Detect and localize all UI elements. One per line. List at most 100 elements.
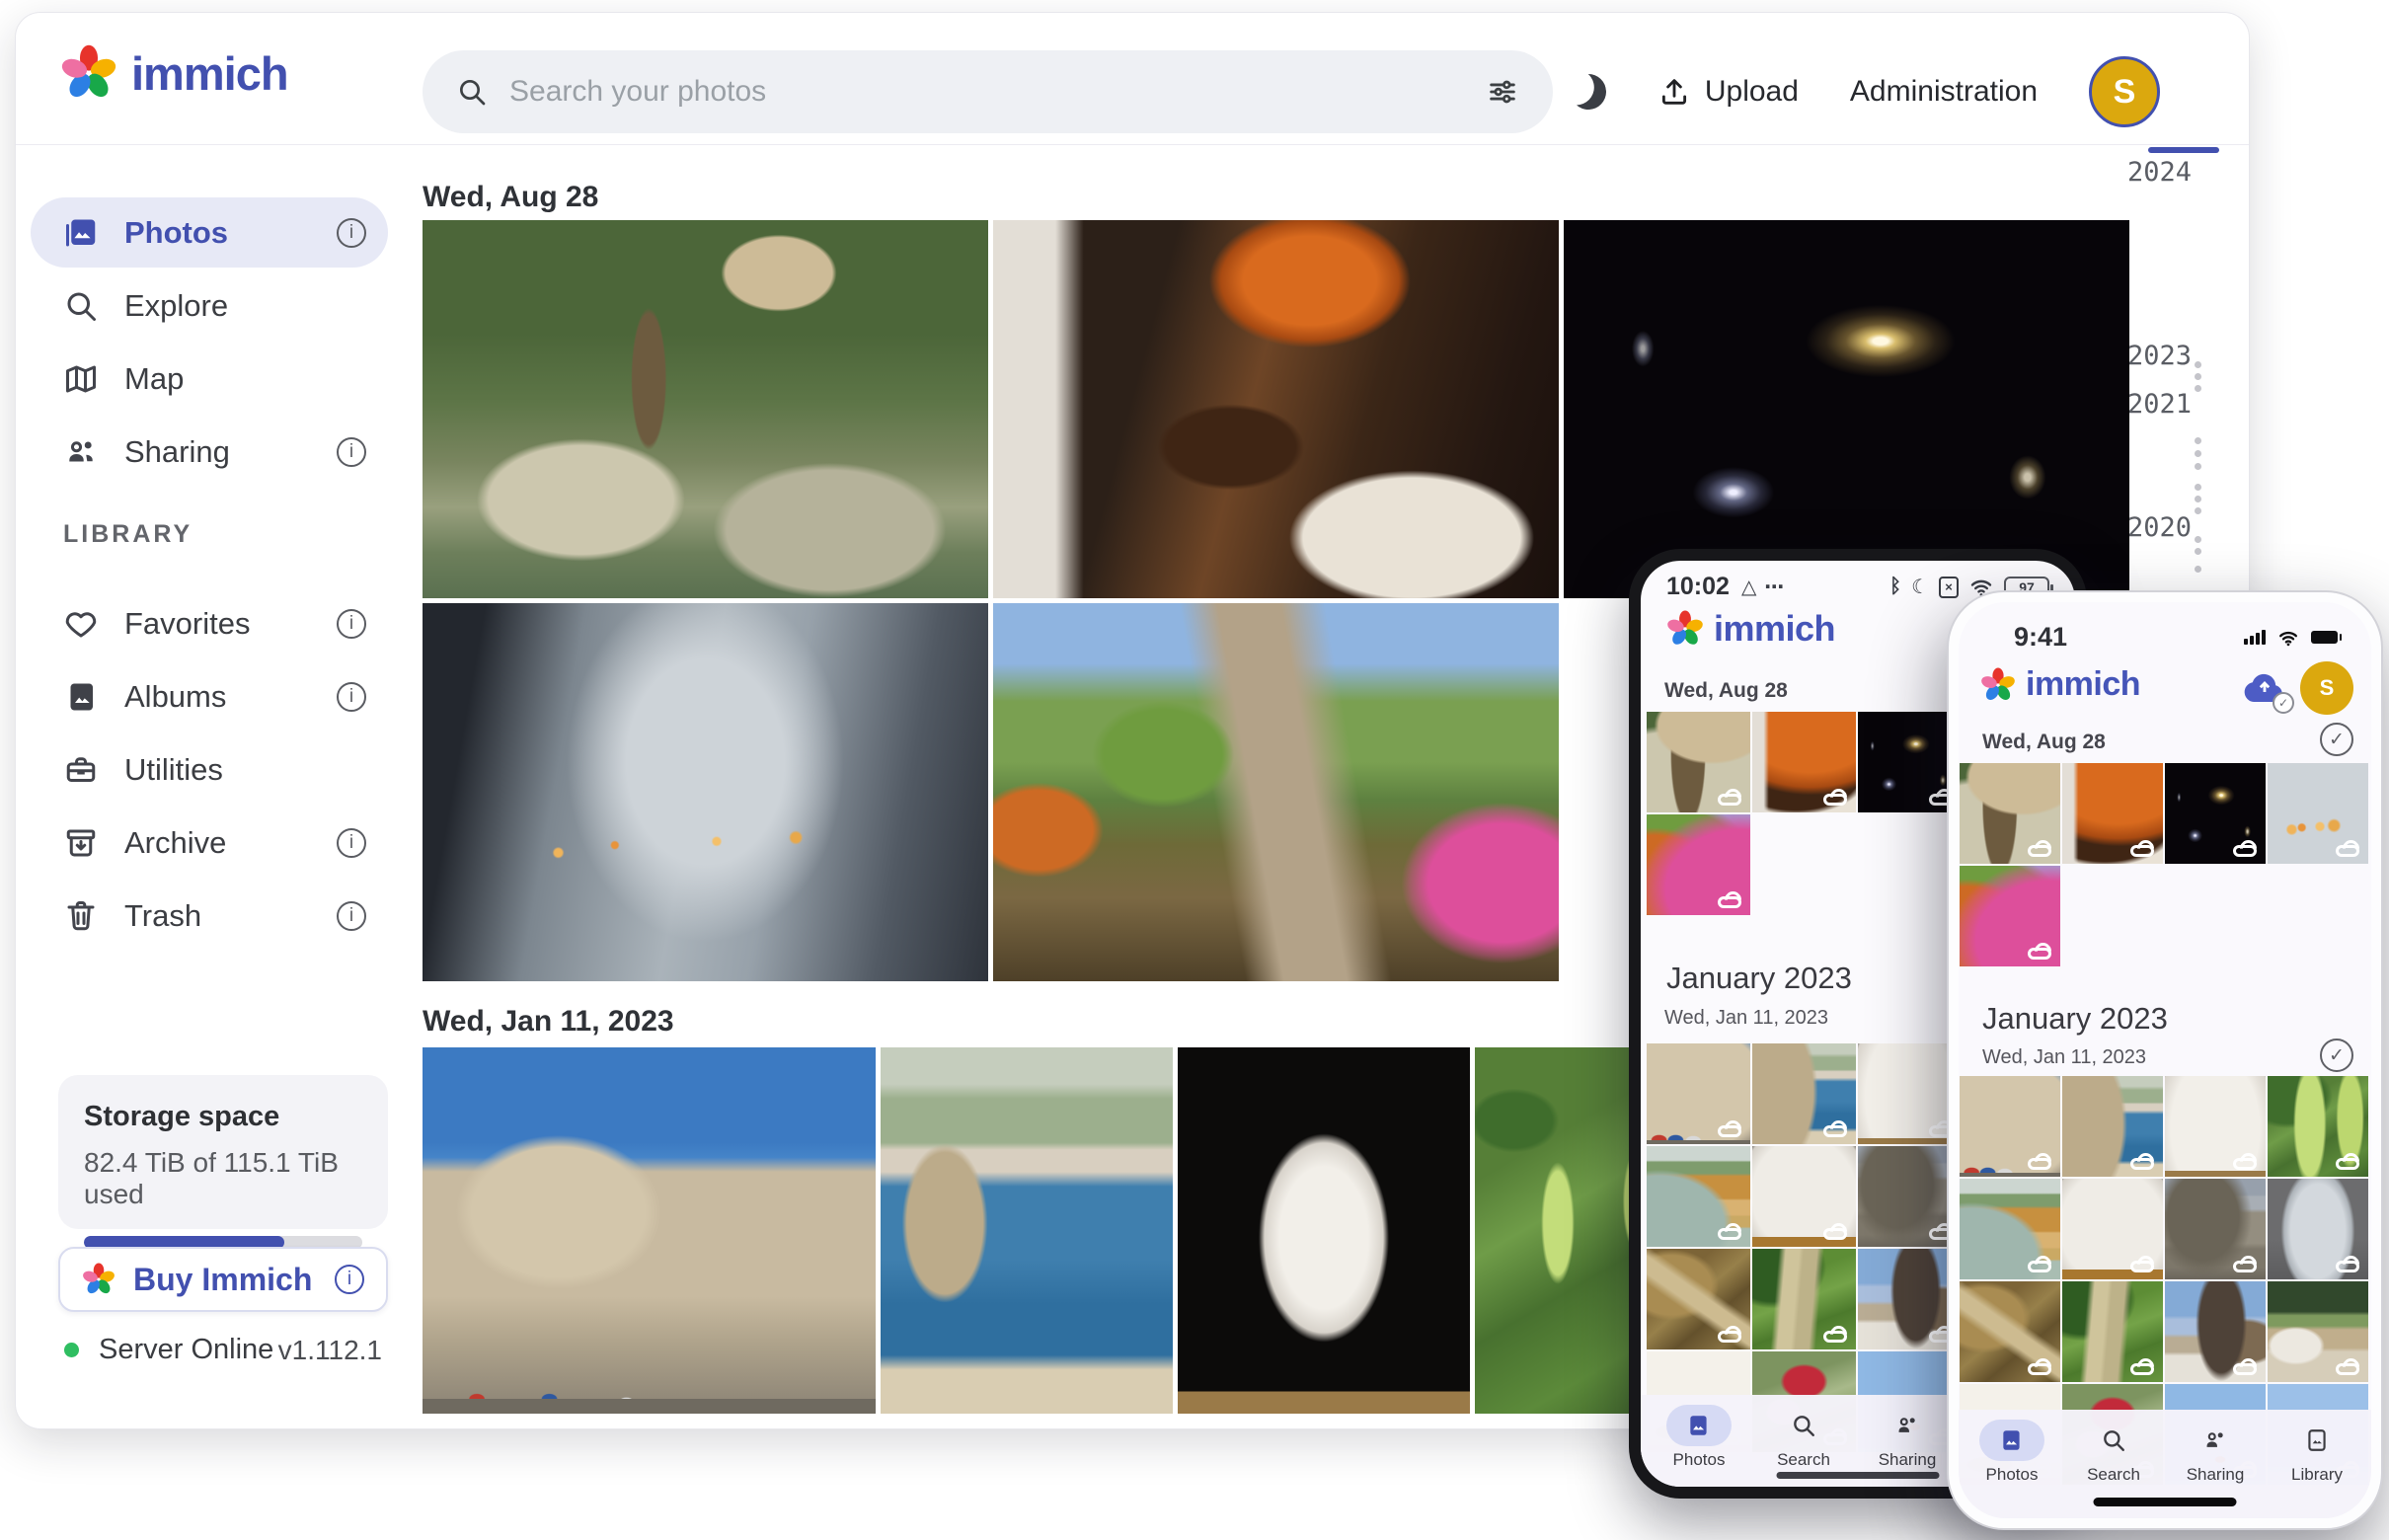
upload-icon <box>1657 75 1691 109</box>
timeline-tick <box>2195 373 2201 380</box>
timeline-tick <box>2195 361 2201 368</box>
photo-lizard-moss[interactable] <box>1752 1249 1856 1349</box>
search-bar[interactable] <box>423 50 1553 133</box>
storage-title: Storage space <box>84 1101 362 1133</box>
nav-tab-photos[interactable]: Photos <box>1967 1420 2056 1485</box>
photo-monkeys-zoo[interactable] <box>1647 712 1750 812</box>
immich-logo[interactable]: immich <box>60 44 288 102</box>
phone-mockup-iphone: 9:41 immich <box>1947 590 2383 1530</box>
photo-fortress-walls[interactable] <box>1647 1043 1750 1144</box>
nav-tab-search[interactable]: Search <box>2069 1420 2158 1485</box>
bluetooth-icon: ᛒ <box>1889 576 1901 598</box>
photo-coastal-tower[interactable] <box>1752 1043 1856 1144</box>
timeline-year[interactable]: 2021 <box>2127 389 2192 420</box>
photo-winter-church[interactable] <box>2165 1281 2266 1382</box>
select-all-check-icon[interactable] <box>2320 1039 2353 1072</box>
user-avatar[interactable]: S <box>2089 56 2160 127</box>
photo-monkeys-zoo[interactable] <box>423 220 988 598</box>
sidebar-item-map[interactable]: Map <box>31 344 388 414</box>
photo-marble-rock[interactable] <box>2062 1179 2163 1279</box>
photo-fireworks[interactable] <box>2165 763 2266 864</box>
cloud-backup-icon <box>1823 1228 1847 1240</box>
photo-autumn-park-path[interactable] <box>993 603 1559 981</box>
home-indicator <box>1777 1472 1940 1479</box>
photo-autumn-park-path[interactable] <box>1647 814 1750 915</box>
info-icon[interactable] <box>337 901 366 931</box>
info-icon[interactable] <box>337 828 366 858</box>
timeline-scrubber-handle[interactable] <box>2148 147 2219 153</box>
no-sim-icon: × <box>1939 577 1959 598</box>
cloud-backup-icon <box>2028 1363 2051 1375</box>
info-icon[interactable] <box>337 682 366 712</box>
sidebar-item-photos[interactable]: Photos <box>31 197 388 268</box>
info-icon <box>335 1265 364 1294</box>
photo-holding-hands[interactable] <box>423 603 988 981</box>
nav-tab-search[interactable]: Search <box>1759 1405 1848 1470</box>
photo-harvest-dinner[interactable] <box>1752 712 1856 812</box>
upload-button[interactable]: Upload <box>1657 75 1799 109</box>
photo-marble-bust[interactable] <box>1178 1047 1470 1414</box>
buy-immich-button[interactable]: Buy Immich <box>58 1247 388 1312</box>
photo-lizard-leaves[interactable] <box>1647 1249 1750 1349</box>
photo-monkeys-zoo[interactable] <box>1960 763 2060 864</box>
immich-logo: immich <box>1980 665 2140 704</box>
photo-harvest-dinner[interactable] <box>2062 763 2163 864</box>
sidebar-item-favorites[interactable]: Favorites <box>31 588 388 658</box>
info-icon[interactable] <box>337 437 366 467</box>
timeline-year[interactable]: 2020 <box>2127 512 2192 543</box>
sidebar-item-trash[interactable]: Trash <box>31 881 388 951</box>
info-icon[interactable] <box>337 218 366 248</box>
photo-silver-ornament[interactable] <box>2268 1179 2368 1279</box>
photo-fireworks[interactable] <box>1564 220 2129 598</box>
nav-tab-library[interactable]: Library <box>2273 1420 2361 1485</box>
sidebar-item-albums[interactable]: Albums <box>31 661 388 732</box>
photo-coastal-tower[interactable] <box>2062 1076 2163 1177</box>
photo-beach-cliff[interactable] <box>1960 1179 2060 1279</box>
administration-link[interactable]: Administration <box>1850 75 2038 109</box>
cell-signal-icon <box>2244 630 2266 645</box>
sidebar-item-explore[interactable]: Explore <box>31 270 388 341</box>
photo-fortress-walls[interactable] <box>423 1047 876 1414</box>
photo-green-berries[interactable] <box>2268 1076 2368 1177</box>
photo-beach-cliff[interactable] <box>1647 1146 1750 1247</box>
photo-fortress-walls[interactable] <box>1960 1076 2060 1177</box>
dark-mode-toggle-icon[interactable] <box>1567 71 1609 114</box>
sidebar-item-archive[interactable]: Archive <box>31 808 388 878</box>
sidebar-item-sharing[interactable]: Sharing <box>31 417 388 487</box>
photo-lizard-leaves[interactable] <box>1960 1281 2060 1382</box>
cloud-backup-icon <box>1823 794 1847 806</box>
battery-icon <box>2311 631 2338 644</box>
nav-tab-sharing[interactable]: Sharing <box>1863 1405 1952 1470</box>
user-avatar[interactable]: S <box>2300 661 2353 715</box>
explore-icon <box>63 288 99 324</box>
search-input[interactable] <box>509 75 1464 109</box>
photo-lizard-moss[interactable] <box>2062 1281 2163 1382</box>
cloud-backup-icon <box>2130 845 2154 857</box>
photo-marble-bust[interactable] <box>2165 1076 2266 1177</box>
date-group-header: Wed, Jan 11, 2023 <box>423 1005 674 1039</box>
select-all-check-icon[interactable] <box>2320 723 2353 756</box>
photo-holding-hands[interactable] <box>2268 763 2368 864</box>
photo-castle-ruins[interactable] <box>2165 1179 2266 1279</box>
photo-harvest-dinner[interactable] <box>993 220 1559 598</box>
timeline-tick <box>2195 463 2201 470</box>
cloud-backup-icon <box>1823 1331 1847 1343</box>
cloud-backup-icon <box>2336 1363 2359 1375</box>
immich-flower-icon <box>82 1263 116 1296</box>
photo-autumn-park-path[interactable] <box>1960 866 2060 966</box>
sidebar-item-utilities[interactable]: Utilities <box>31 734 388 805</box>
photo-coastal-tower[interactable] <box>881 1047 1173 1414</box>
search-filters-icon[interactable] <box>1486 75 1519 109</box>
trash-icon <box>63 898 99 934</box>
nav-tab-sharing[interactable]: Sharing <box>2171 1420 2260 1485</box>
timeline-year[interactable]: 2024 <box>2127 157 2192 188</box>
status-more-icon: ⋯ <box>1764 575 1784 599</box>
timeline-year[interactable]: 2023 <box>2127 341 2192 371</box>
date-group-header: Wed, Jan 11, 2023 <box>1664 1007 1828 1030</box>
info-icon[interactable] <box>337 609 366 639</box>
nav-tab-photos[interactable]: Photos <box>1655 1405 1743 1470</box>
storage-usage: 82.4 TiB of 115.1 TiB used <box>84 1147 362 1210</box>
backup-cloud-button[interactable] <box>2241 667 2288 710</box>
photo-winter-farm[interactable] <box>2268 1281 2368 1382</box>
photo-marble-rock[interactable] <box>1752 1146 1856 1247</box>
